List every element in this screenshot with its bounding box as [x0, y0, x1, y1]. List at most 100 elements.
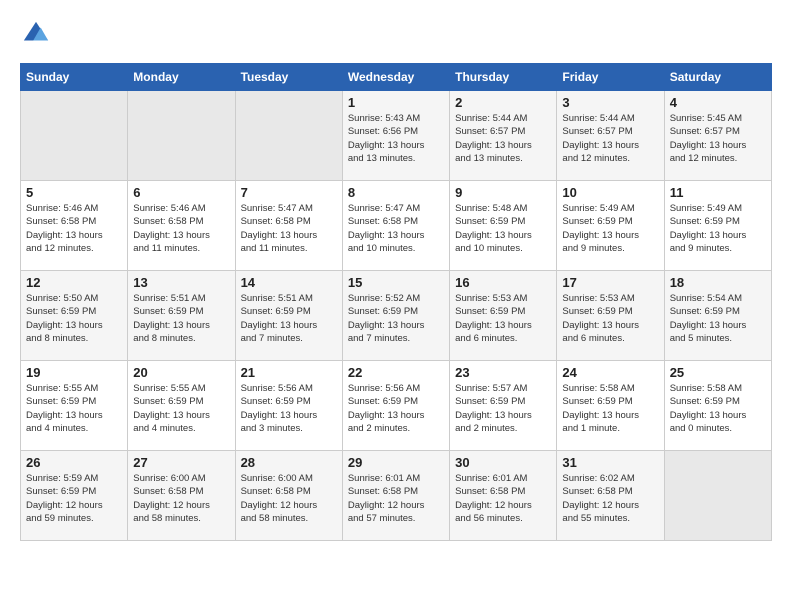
table-row: [21, 91, 128, 181]
day-info: Sunrise: 5:44 AM Sunset: 6:57 PM Dayligh…: [455, 112, 551, 165]
table-row: 21Sunrise: 5:56 AM Sunset: 6:59 PM Dayli…: [235, 361, 342, 451]
day-number: 6: [133, 185, 229, 200]
day-number: 21: [241, 365, 337, 380]
day-info: Sunrise: 5:49 AM Sunset: 6:59 PM Dayligh…: [562, 202, 658, 255]
table-row: 30 Sunrise: 6:01 AM Sunset: 6:58 PM Dayli…: [450, 451, 557, 541]
table-row: 28 Sunrise: 6:00 AM Sunset: 6:58 PM Dayli…: [235, 451, 342, 541]
day-number: 14: [241, 275, 337, 290]
weekday-header-tuesday: Tuesday: [235, 64, 342, 91]
day-info: Sunrise: 5:46 AM Sunset: 6:58 PM Dayligh…: [26, 202, 122, 255]
day-info: Sunrise: 6:01 AM Sunset: 6:58 PM Dayligh…: [348, 472, 444, 525]
weekday-header-thursday: Thursday: [450, 64, 557, 91]
table-row: 12 Sunrise: 5:50 AM Sunset: 6:59 PM Dayli…: [21, 271, 128, 361]
day-info: Sunrise: 6:01 AM Sunset: 6:58 PM Dayligh…: [455, 472, 551, 525]
table-row: 16 Sunrise: 5:53 AM Sunset: 6:59 PM Dayli…: [450, 271, 557, 361]
day-info: Sunrise: 5:44 AM Sunset: 6:57 PM Dayligh…: [562, 112, 658, 165]
day-info: Sunrise: 5:48 AM Sunset: 6:59 PM Dayligh…: [455, 202, 551, 255]
table-row: 26 Sunrise: 5:59 AM Sunset: 6:59 PM Dayli…: [21, 451, 128, 541]
day-info: Sunrise: 6:00 AM Sunset: 6:58 PM Dayligh…: [133, 472, 229, 525]
table-row: [664, 451, 771, 541]
table-row: [235, 91, 342, 181]
day-number: 22: [348, 365, 444, 380]
day-number: 15: [348, 275, 444, 290]
weekday-header-wednesday: Wednesday: [342, 64, 449, 91]
day-info: Sunrise: 5:45 AM Sunset: 6:57 PM Dayligh…: [670, 112, 766, 165]
day-info: Sunrise: 5:58 AM Sunset: 6:59 PM Dayligh…: [670, 382, 766, 435]
table-row: 3 Sunrise: 5:44 AM Sunset: 6:57 PM Daylig…: [557, 91, 664, 181]
page-header: [20, 20, 772, 53]
day-number: 28: [241, 455, 337, 470]
weekday-header-friday: Friday: [557, 64, 664, 91]
day-number: 23: [455, 365, 551, 380]
table-row: 20 Sunrise: 5:55 AM Sunset: 6:59 PM Dayli…: [128, 361, 235, 451]
day-number: 3: [562, 95, 658, 110]
table-row: 15 Sunrise: 5:52 AM Sunset: 6:59 PM Dayli…: [342, 271, 449, 361]
day-info: Sunrise: 5:59 AM Sunset: 6:59 PM Dayligh…: [26, 472, 122, 525]
day-number: 24: [562, 365, 658, 380]
day-info: Sunrise: 5:55 AM Sunset: 6:59 PM Dayligh…: [26, 382, 122, 435]
day-number: 16: [455, 275, 551, 290]
table-row: 31 Sunrise: 6:02 AM Sunset: 6:58 PM Dayli…: [557, 451, 664, 541]
table-row: 18Sunrise: 5:54 AM Sunset: 6:59 PM Dayli…: [664, 271, 771, 361]
table-row: 1Sunrise: 5:43 AM Sunset: 6:56 PM Daylig…: [342, 91, 449, 181]
calendar-week-4: 19Sunrise: 5:55 AM Sunset: 6:59 PM Dayli…: [21, 361, 772, 451]
table-row: 23 Sunrise: 5:57 AM Sunset: 6:59 PM Dayli…: [450, 361, 557, 451]
calendar-week-2: 5 Sunrise: 5:46 AM Sunset: 6:58 PM Daylig…: [21, 181, 772, 271]
day-number: 5: [26, 185, 122, 200]
day-number: 20: [133, 365, 229, 380]
day-info: Sunrise: 5:46 AM Sunset: 6:58 PM Dayligh…: [133, 202, 229, 255]
table-row: 4 Sunrise: 5:45 AM Sunset: 6:57 PM Daylig…: [664, 91, 771, 181]
day-info: Sunrise: 5:56 AM Sunset: 6:59 PM Dayligh…: [348, 382, 444, 435]
day-number: 29: [348, 455, 444, 470]
day-number: 13: [133, 275, 229, 290]
day-number: 9: [455, 185, 551, 200]
table-row: 2 Sunrise: 5:44 AM Sunset: 6:57 PM Daylig…: [450, 91, 557, 181]
calendar-week-3: 12 Sunrise: 5:50 AM Sunset: 6:59 PM Dayli…: [21, 271, 772, 361]
weekday-header-row: SundayMondayTuesdayWednesdayThursdayFrid…: [21, 64, 772, 91]
table-row: 27 Sunrise: 6:00 AM Sunset: 6:58 PM Dayli…: [128, 451, 235, 541]
table-row: 19Sunrise: 5:55 AM Sunset: 6:59 PM Dayli…: [21, 361, 128, 451]
table-row: 29 Sunrise: 6:01 AM Sunset: 6:58 PM Dayli…: [342, 451, 449, 541]
weekday-header-saturday: Saturday: [664, 64, 771, 91]
table-row: 14Sunrise: 5:51 AM Sunset: 6:59 PM Dayli…: [235, 271, 342, 361]
day-number: 8: [348, 185, 444, 200]
table-row: 17 Sunrise: 5:53 AM Sunset: 6:59 PM Dayli…: [557, 271, 664, 361]
weekday-header-monday: Monday: [128, 64, 235, 91]
logo-icon: [22, 20, 50, 48]
day-number: 10: [562, 185, 658, 200]
day-info: Sunrise: 5:55 AM Sunset: 6:59 PM Dayligh…: [133, 382, 229, 435]
day-number: 11: [670, 185, 766, 200]
day-number: 30: [455, 455, 551, 470]
day-info: Sunrise: 5:49 AM Sunset: 6:59 PM Dayligh…: [670, 202, 766, 255]
day-info: Sunrise: 5:53 AM Sunset: 6:59 PM Dayligh…: [455, 292, 551, 345]
table-row: 8Sunrise: 5:47 AM Sunset: 6:58 PM Daylig…: [342, 181, 449, 271]
table-row: 24 Sunrise: 5:58 AM Sunset: 6:59 PM Dayli…: [557, 361, 664, 451]
table-row: 5 Sunrise: 5:46 AM Sunset: 6:58 PM Daylig…: [21, 181, 128, 271]
table-row: [128, 91, 235, 181]
day-info: Sunrise: 6:00 AM Sunset: 6:58 PM Dayligh…: [241, 472, 337, 525]
day-info: Sunrise: 6:02 AM Sunset: 6:58 PM Dayligh…: [562, 472, 658, 525]
day-number: 26: [26, 455, 122, 470]
day-number: 12: [26, 275, 122, 290]
day-number: 31: [562, 455, 658, 470]
day-number: 2: [455, 95, 551, 110]
day-info: Sunrise: 5:52 AM Sunset: 6:59 PM Dayligh…: [348, 292, 444, 345]
day-info: Sunrise: 5:58 AM Sunset: 6:59 PM Dayligh…: [562, 382, 658, 435]
day-info: Sunrise: 5:57 AM Sunset: 6:59 PM Dayligh…: [455, 382, 551, 435]
day-number: 7: [241, 185, 337, 200]
table-row: 7 Sunrise: 5:47 AM Sunset: 6:58 PM Daylig…: [235, 181, 342, 271]
day-number: 27: [133, 455, 229, 470]
day-info: Sunrise: 5:53 AM Sunset: 6:59 PM Dayligh…: [562, 292, 658, 345]
weekday-header-sunday: Sunday: [21, 64, 128, 91]
table-row: 11 Sunrise: 5:49 AM Sunset: 6:59 PM Dayli…: [664, 181, 771, 271]
table-row: 6 Sunrise: 5:46 AM Sunset: 6:58 PM Daylig…: [128, 181, 235, 271]
day-number: 4: [670, 95, 766, 110]
table-row: 25 Sunrise: 5:58 AM Sunset: 6:59 PM Dayli…: [664, 361, 771, 451]
day-info: Sunrise: 5:47 AM Sunset: 6:58 PM Dayligh…: [241, 202, 337, 255]
day-number: 17: [562, 275, 658, 290]
calendar-table: SundayMondayTuesdayWednesdayThursdayFrid…: [20, 63, 772, 541]
calendar-week-1: 1Sunrise: 5:43 AM Sunset: 6:56 PM Daylig…: [21, 91, 772, 181]
day-info: Sunrise: 5:50 AM Sunset: 6:59 PM Dayligh…: [26, 292, 122, 345]
calendar-week-5: 26 Sunrise: 5:59 AM Sunset: 6:59 PM Dayli…: [21, 451, 772, 541]
day-number: 25: [670, 365, 766, 380]
